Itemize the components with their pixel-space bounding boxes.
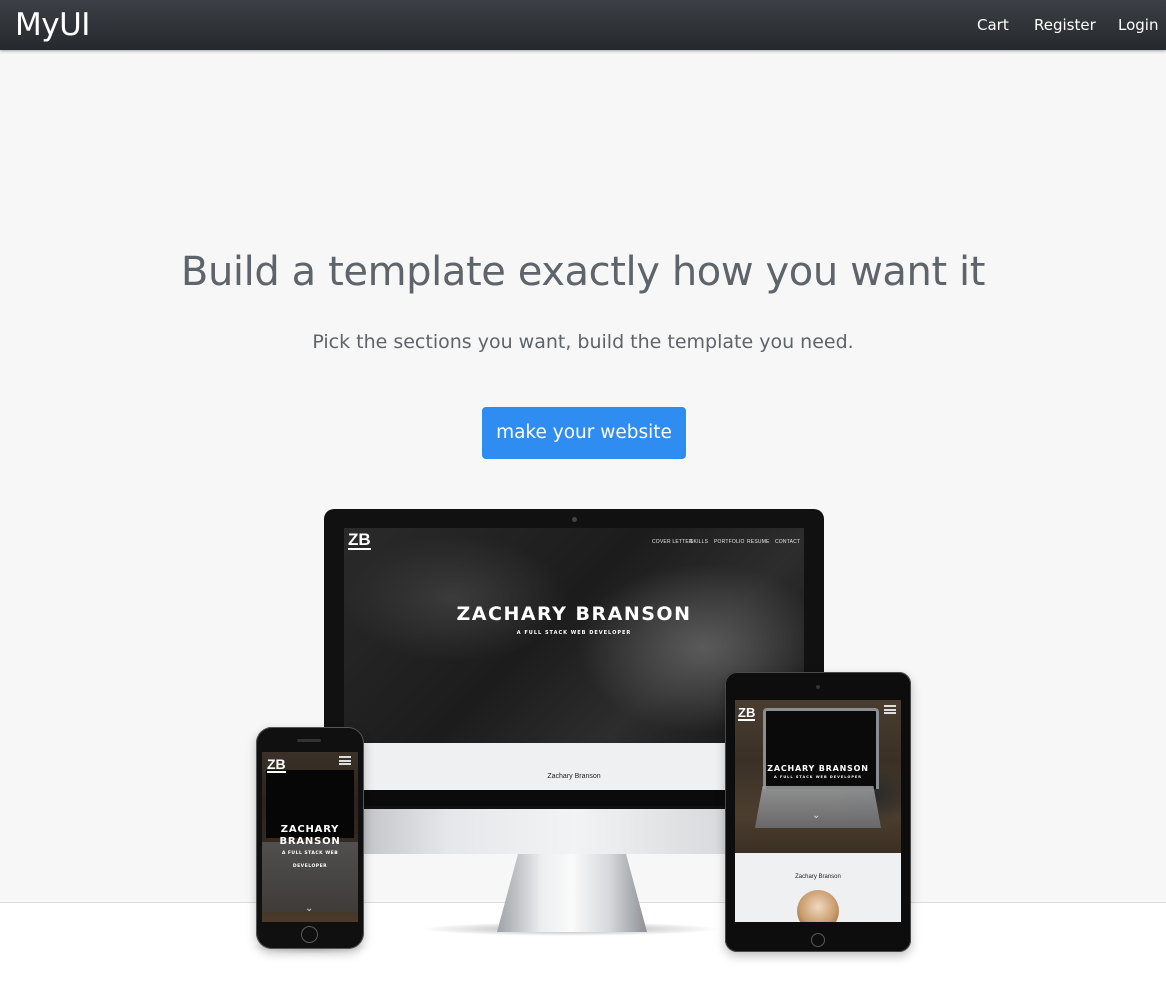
desktop-nav-portfolio: PORTFOLIO — [714, 539, 745, 545]
hero-title: Build a template exactly how you want it — [180, 249, 986, 295]
ipad-zb-logo: ZB — [738, 705, 756, 721]
iphone-hero-tagline-line1: A FULL STACK WEB — [281, 851, 339, 856]
brand-logo[interactable]: MyUI — [15, 6, 90, 44]
home-button-icon — [301, 926, 318, 943]
desktop-zb-logo: ZB — [348, 530, 371, 550]
camera-icon — [816, 685, 820, 689]
iphone-zb-logo: ZB — [267, 756, 286, 773]
hero-subtitle: Pick the sections you want, build the te… — [312, 331, 854, 353]
avatar — [797, 890, 839, 922]
nav-link-login[interactable]: Login — [1118, 16, 1158, 34]
chevron-down-icon: ⌄ — [812, 810, 821, 821]
imac-stand — [497, 854, 647, 932]
camera-icon — [572, 517, 577, 522]
chevron-down-icon: ⌄ — [305, 903, 314, 914]
desktop-hero-name: ZACHARY BRANSON — [456, 603, 692, 625]
iphone-hero-tagline-line2: DEVELOPER — [292, 864, 328, 869]
desktop-nav-skills: SKILLS — [690, 539, 709, 545]
laptop-keyboard-image — [755, 786, 881, 828]
ipad-hero-tagline: A FULL STACK WEB DEVELOPER — [774, 775, 862, 779]
hamburger-menu-icon — [339, 756, 351, 765]
hamburger-menu-icon — [884, 705, 896, 714]
nav-link-register[interactable]: Register — [1034, 16, 1096, 34]
ipad-caption: Zachary Branson — [795, 874, 841, 880]
top-navbar: MyUI Cart Register Login — [0, 0, 1166, 50]
home-button-icon — [811, 933, 825, 947]
desktop-nav-cover-letter: COVER LETTER — [652, 539, 693, 545]
desktop-hero-tagline: A FULL STACK WEB DEVELOPER — [516, 630, 632, 636]
iphone-hero-name-line1: ZACHARY — [280, 824, 340, 835]
speaker-icon — [297, 739, 321, 742]
desktop-nav-contact: CONTACT — [775, 539, 801, 545]
nav-link-cart[interactable]: Cart — [977, 16, 1009, 34]
ipad-hero-name: ZACHARY BRANSON — [767, 764, 869, 773]
make-website-button[interactable]: make your website — [482, 407, 686, 459]
desktop-nav-resume: RESUME — [747, 539, 770, 545]
iphone-hero-name-line2: BRANSON — [279, 836, 341, 847]
